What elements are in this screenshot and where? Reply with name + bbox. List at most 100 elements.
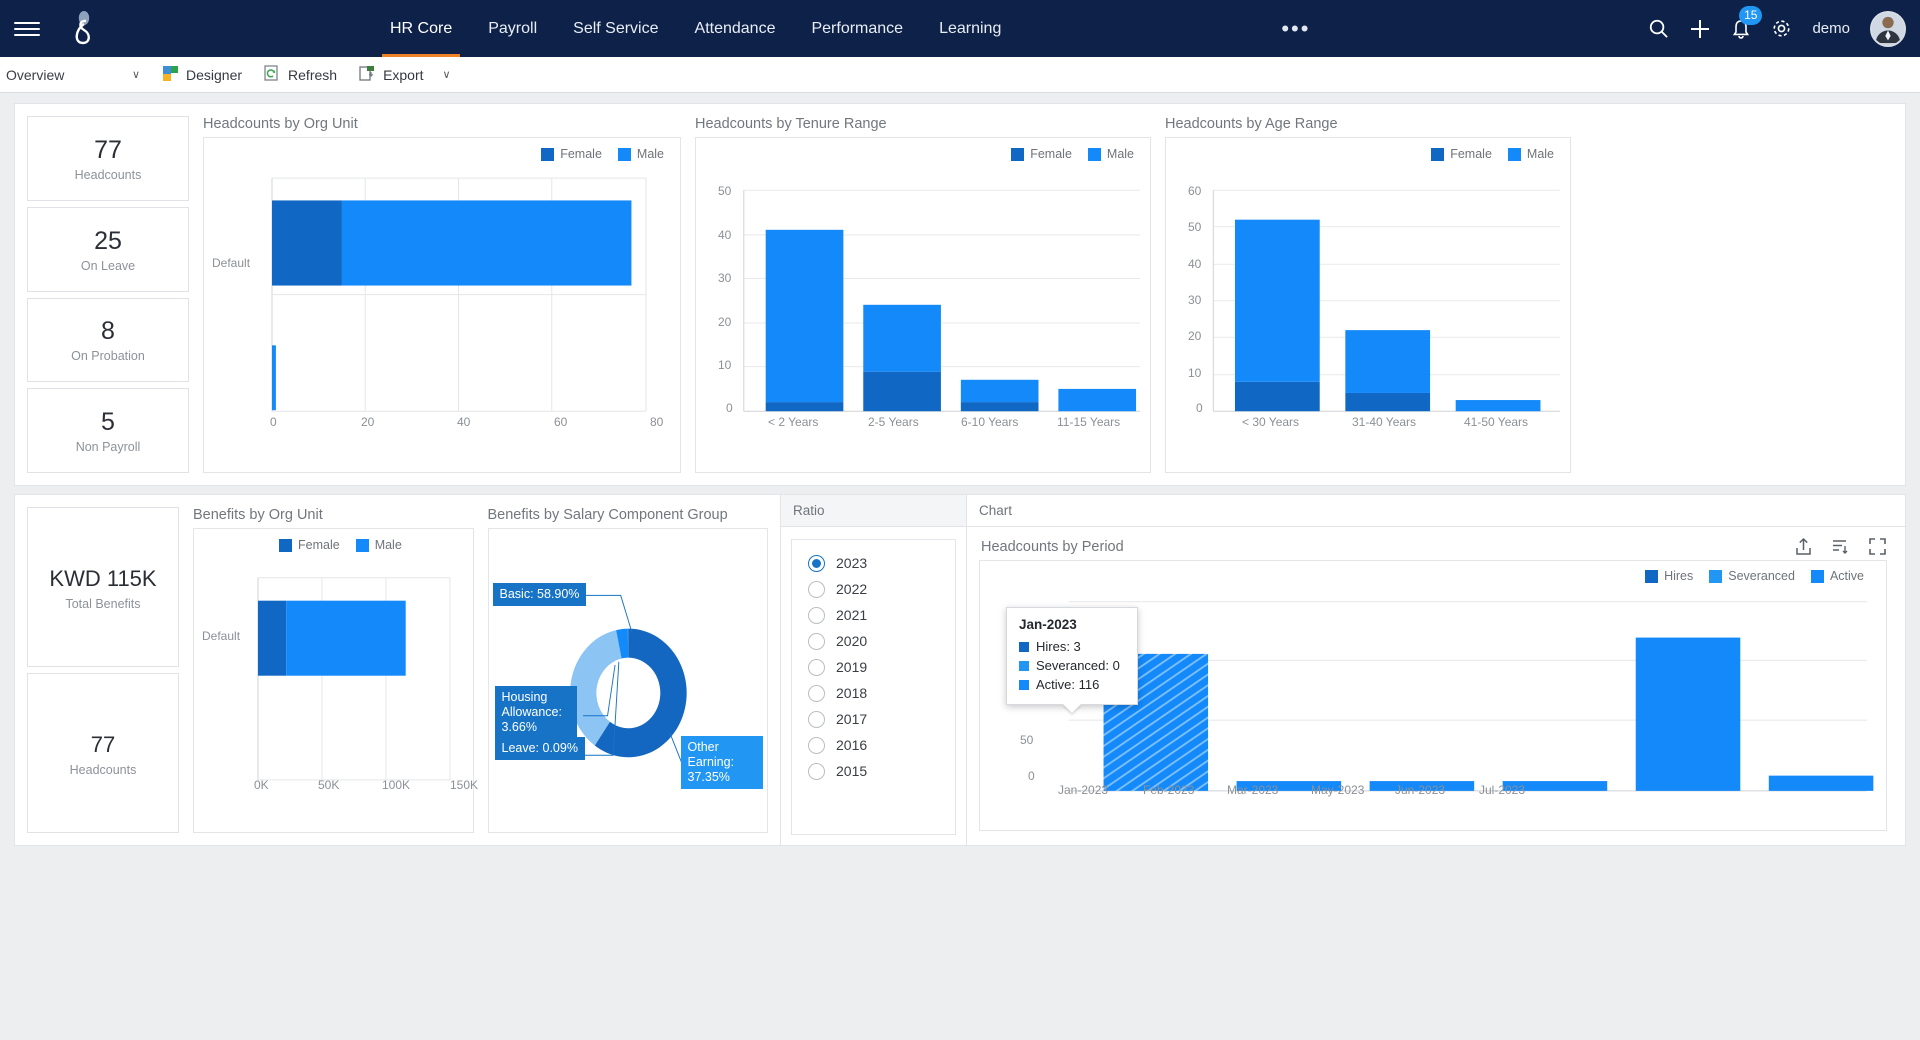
radio-button[interactable] — [808, 659, 825, 676]
legend-swatch-male — [1508, 148, 1521, 161]
kpi-card-non-payroll[interactable]: 5 Non Payroll — [27, 388, 189, 473]
designer-icon — [162, 65, 179, 85]
legend-item-female[interactable]: Female — [541, 147, 602, 161]
x-tick-41-50-years: 41-50 Years — [1464, 415, 1528, 429]
radio-button[interactable] — [808, 685, 825, 702]
kpi-card-headcounts[interactable]: 77 Headcounts — [27, 116, 189, 201]
nav-tab-payroll[interactable]: Payroll — [470, 0, 555, 57]
kpi-card-total-benefits[interactable]: KWD 115K Total Benefits — [27, 507, 179, 667]
y-tick-50: 50 — [718, 184, 731, 198]
notification-badge: 15 — [1739, 6, 1762, 25]
refresh-button[interactable]: Refresh — [264, 65, 337, 85]
kpi-card-on-leave[interactable]: 25 On Leave — [27, 207, 189, 292]
username-label[interactable]: demo — [1812, 20, 1850, 37]
radio-button[interactable] — [808, 555, 825, 572]
view-selector-label: Overview — [6, 67, 64, 83]
sort-list-icon[interactable] — [1831, 537, 1850, 556]
radio-button[interactable] — [808, 737, 825, 754]
radio-button[interactable] — [808, 581, 825, 598]
chart-area[interactable]: Female Male — [695, 137, 1151, 473]
legend-item-female[interactable]: Female — [279, 538, 340, 552]
view-selector[interactable]: Overview ∨ — [0, 67, 140, 83]
tooltip-swatch-severanced — [1019, 661, 1029, 671]
radio-row-2023[interactable]: 2023 — [808, 550, 955, 576]
radio-row-2016[interactable]: 2016 — [808, 732, 955, 758]
legend-item-female[interactable]: Female — [1011, 147, 1072, 161]
y-tick-20: 20 — [1188, 329, 1201, 343]
y-tick-30: 30 — [718, 271, 731, 285]
export-chevron-down-icon: ∨ — [443, 68, 451, 81]
year-radio-list: 2023 2022 2021 2020 2019 2018 2017 2016 … — [791, 539, 956, 835]
kpi-value: 8 — [101, 316, 115, 346]
kpi-card-headcounts-bottom[interactable]: 77 Headcounts — [27, 673, 179, 833]
more-options-icon[interactable]: ••• — [1281, 24, 1310, 34]
radio-row-2022[interactable]: 2022 — [808, 576, 955, 602]
nav-tab-learning[interactable]: Learning — [921, 0, 1019, 57]
chart-area[interactable]: Female Male — [203, 137, 681, 473]
plot-region: Basic: 58.90% Housing Allowance: 3.66% L… — [489, 529, 768, 832]
radio-row-2018[interactable]: 2018 — [808, 680, 955, 706]
user-avatar[interactable] — [1870, 11, 1906, 47]
legend-item-male[interactable]: Male — [1508, 147, 1554, 161]
plot-region: 50 40 30 20 10 0 < 2 Years 2-5 Years 6-1… — [696, 168, 1150, 472]
app-logo-icon[interactable] — [66, 9, 100, 49]
x-tick-6-10-years: 6-10 Years — [961, 415, 1018, 429]
chart-area[interactable]: Female Male — [1165, 137, 1571, 473]
plus-icon[interactable] — [1689, 18, 1711, 40]
chart-title: Headcounts by Period — [981, 539, 1124, 555]
fullscreen-icon[interactable] — [1868, 537, 1887, 556]
nav-tab-performance[interactable]: Performance — [793, 0, 921, 57]
kpi-card-on-probation[interactable]: 8 On Probation — [27, 298, 189, 383]
radio-row-2015[interactable]: 2015 — [808, 758, 955, 784]
axis-category-default: Default — [202, 629, 240, 643]
settings-gear-icon[interactable] — [1771, 18, 1792, 39]
legend-item-male[interactable]: Male — [356, 538, 402, 552]
legend-swatch-male — [618, 148, 631, 161]
share-export-icon[interactable] — [1794, 537, 1813, 556]
radio-row-2020[interactable]: 2020 — [808, 628, 955, 654]
designer-button[interactable]: Designer — [162, 65, 242, 85]
chart-tab-panel: Chart Headcounts by Period — [967, 495, 1905, 845]
nav-tab-attendance[interactable]: Attendance — [677, 0, 794, 57]
radio-row-2021[interactable]: 2021 — [808, 602, 955, 628]
chart-area[interactable]: Female Male — [193, 528, 474, 833]
search-icon[interactable] — [1648, 18, 1669, 39]
radio-button[interactable] — [808, 763, 825, 780]
y-tick-40: 40 — [1188, 257, 1201, 271]
tab-ratio[interactable]: Ratio — [781, 495, 966, 527]
radio-button[interactable] — [808, 607, 825, 624]
radio-row-2019[interactable]: 2019 — [808, 654, 955, 680]
x-tick-2-5-years: 2-5 Years — [868, 415, 919, 429]
period-chart-header: Headcounts by Period — [967, 527, 1905, 560]
legend-item-hires[interactable]: Hires — [1645, 569, 1693, 583]
y-tick-0: 0 — [726, 401, 733, 415]
nav-tab-hr-core[interactable]: HR Core — [372, 0, 470, 57]
y-tick-50: 50 — [1188, 220, 1201, 234]
radio-row-2017[interactable]: 2017 — [808, 706, 955, 732]
kpi-label: Headcounts — [70, 763, 137, 777]
legend-swatch-female — [279, 539, 292, 552]
notifications-bell-icon[interactable]: 15 — [1731, 18, 1751, 40]
legend-item-male[interactable]: Male — [618, 147, 664, 161]
chart-legend: Hires Severanced Active — [1645, 569, 1864, 583]
radio-button[interactable] — [808, 711, 825, 728]
export-button[interactable]: Export ∨ — [359, 65, 451, 85]
legend-item-female[interactable]: Female — [1431, 147, 1492, 161]
refresh-icon — [264, 65, 281, 85]
legend-item-active[interactable]: Active — [1811, 569, 1864, 583]
radio-button[interactable] — [808, 633, 825, 650]
legend-item-male[interactable]: Male — [1088, 147, 1134, 161]
nav-tab-self-service[interactable]: Self Service — [555, 0, 676, 57]
hamburger-menu-icon[interactable] — [14, 22, 40, 36]
x-tick-40: 40 — [457, 415, 470, 429]
x-tick-0k: 0K — [254, 778, 269, 792]
x-tick-lt-2-years: < 2 Years — [768, 415, 818, 429]
chart-legend: Female Male — [1011, 147, 1134, 161]
y-tick-0: 0 — [1196, 401, 1203, 415]
tab-chart[interactable]: Chart — [967, 495, 1905, 527]
chart-area[interactable]: Basic: 58.90% Housing Allowance: 3.66% L… — [488, 528, 769, 833]
tooltip-row-severanced: Severanced: 0 — [1019, 656, 1124, 675]
kpi-label: On Probation — [71, 349, 145, 363]
legend-item-severanced[interactable]: Severanced — [1709, 569, 1795, 583]
chart-headcounts-by-period[interactable]: Hires Severanced Active — [979, 560, 1887, 831]
